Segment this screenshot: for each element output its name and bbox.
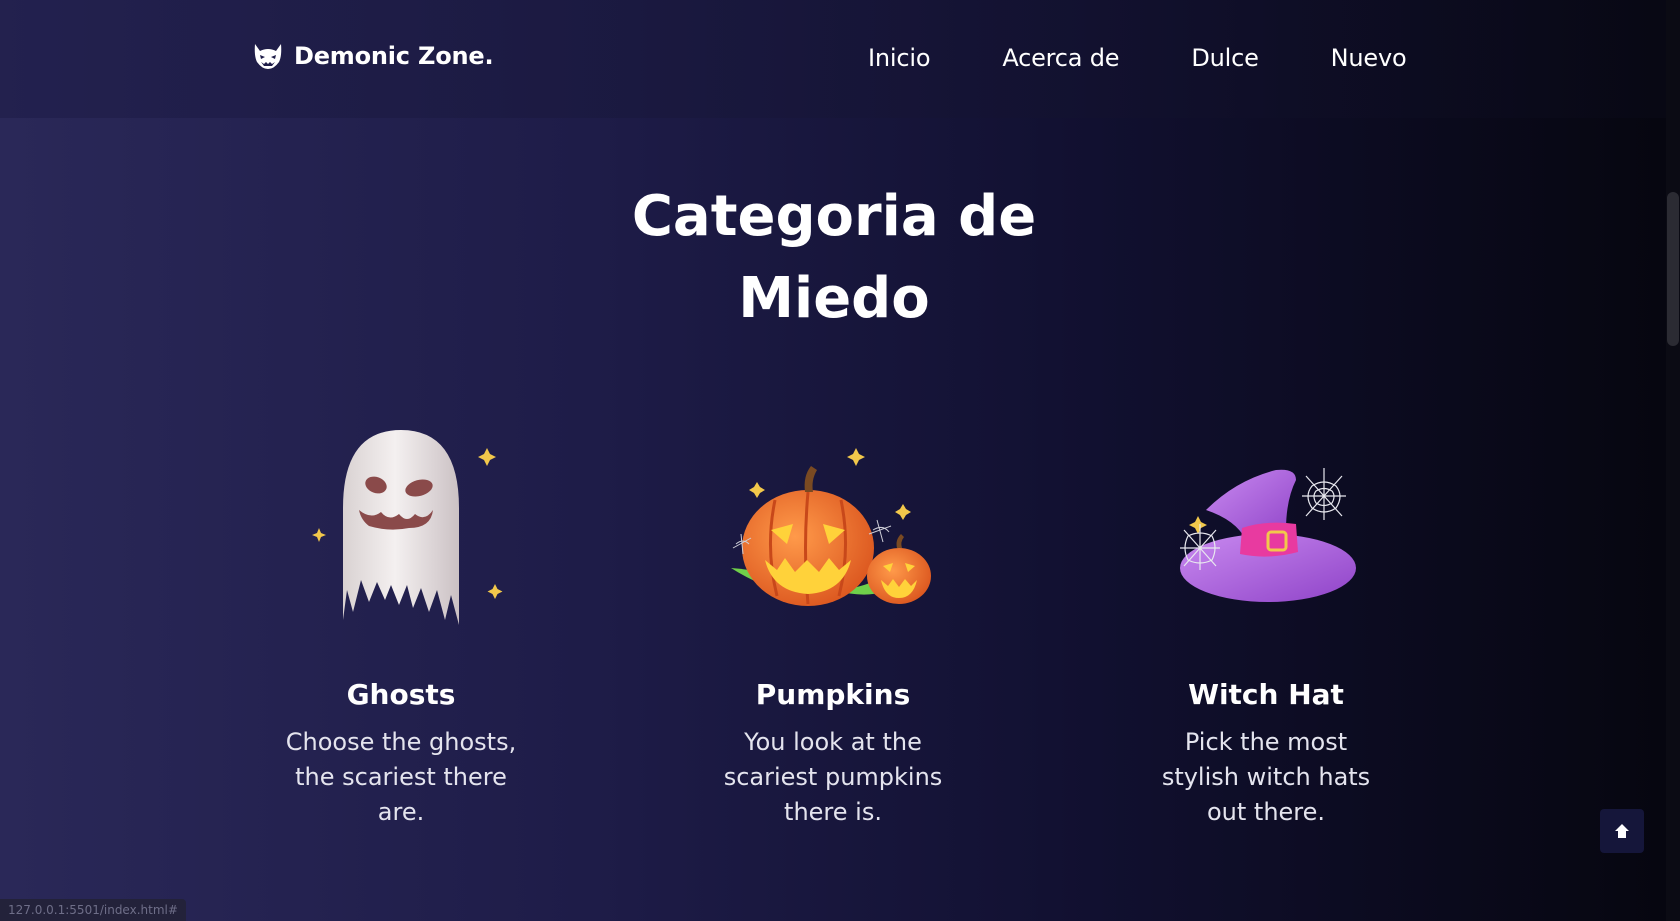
scroll-to-top-button[interactable] bbox=[1600, 809, 1644, 853]
nav-link-inicio[interactable]: Inicio bbox=[868, 44, 931, 72]
card-title: Witch Hat bbox=[1188, 678, 1344, 711]
section-title-line-2: Miedo bbox=[738, 266, 930, 331]
logo-text: Demonic Zone. bbox=[294, 42, 494, 70]
category-card-witch-hat[interactable]: Witch Hat Pick the most stylish witch ha… bbox=[1106, 420, 1426, 826]
demon-face-icon bbox=[254, 44, 282, 69]
card-title: Pumpkins bbox=[755, 678, 911, 711]
logo[interactable]: Demonic Zone. bbox=[252, 42, 494, 70]
arrow-up-icon bbox=[1615, 824, 1629, 838]
nav-link-nuevo[interactable]: Nuevo bbox=[1331, 44, 1407, 72]
section-title-line-1: Categoria de bbox=[631, 184, 1037, 249]
section-title: Categoria de Miedo bbox=[620, 176, 1048, 340]
card-description: You look at the scariest pumpkins there … bbox=[723, 728, 943, 826]
card-title: Ghosts bbox=[346, 678, 456, 711]
nav-link-dulce[interactable]: Dulce bbox=[1191, 44, 1259, 72]
ghost-icon bbox=[312, 430, 503, 625]
scrollbar-thumb[interactable] bbox=[1667, 192, 1679, 346]
witch-hat-icon bbox=[1180, 468, 1356, 602]
category-card-ghosts[interactable]: Ghosts Choose the ghosts, the scariest t… bbox=[241, 420, 561, 826]
card-description: Choose the ghosts, the scariest there ar… bbox=[285, 728, 517, 826]
main-nav: Inicio Acerca de Dulce Nuevo bbox=[868, 44, 1407, 72]
page-scrollbar[interactable] bbox=[1666, 0, 1680, 921]
card-description: Pick the most stylish witch hats out the… bbox=[1161, 728, 1371, 826]
nav-link-acerca-de[interactable]: Acerca de bbox=[1002, 44, 1119, 72]
pumpkin-icon bbox=[731, 448, 931, 606]
category-card-pumpkins[interactable]: Pumpkins You look at the scariest pumpki… bbox=[673, 420, 993, 826]
status-bar-url: 127.0.0.1:5501/index.html# bbox=[0, 899, 186, 921]
site-header: Demonic Zone. Inicio Acerca de Dulce Nue… bbox=[0, 0, 1666, 118]
